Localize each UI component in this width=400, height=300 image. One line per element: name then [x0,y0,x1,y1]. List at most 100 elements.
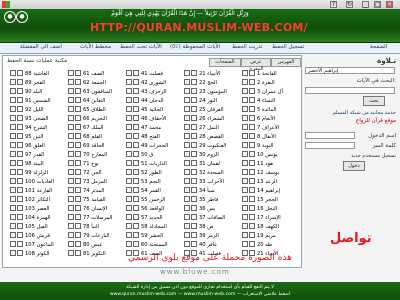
checkbox[interactable] [191,124,197,130]
checkbox[interactable] [184,106,190,112]
checkbox[interactable] [249,187,255,193]
checkbox[interactable] [126,70,132,76]
checkbox[interactable] [75,115,81,121]
checkbox[interactable] [191,187,197,193]
checkbox[interactable] [75,205,81,211]
checkbox[interactable] [184,196,190,202]
checkbox[interactable] [68,214,74,220]
surah-item[interactable]: 64 التغابن [67,97,121,104]
banner-url[interactable]: HTTP://QURAN.MUSLIM-WEB.COM/ [90,21,308,34]
checkbox[interactable] [126,142,132,148]
checkbox[interactable] [242,196,248,202]
checkbox[interactable] [10,79,16,85]
checkbox[interactable] [17,169,23,175]
checkbox[interactable] [126,124,132,130]
checkbox[interactable] [10,133,16,139]
surah-item[interactable]: 97 القدر [9,151,63,158]
checkbox[interactable] [126,232,132,238]
checkbox[interactable] [249,97,255,103]
surah-item[interactable]: 28 القصص [183,133,237,140]
checkbox[interactable] [133,214,139,220]
checkbox[interactable] [133,115,139,121]
checkbox[interactable] [68,133,74,139]
surah-item[interactable]: 67 الملك [67,124,121,131]
checkbox[interactable] [242,124,248,130]
password-input[interactable] [305,142,355,149]
checkbox[interactable] [68,115,74,121]
checkbox[interactable] [75,187,81,193]
checkbox[interactable] [75,97,81,103]
surah-item[interactable]: 39 الزمر [183,232,237,239]
checkbox[interactable] [249,70,255,76]
surah-item[interactable]: 51 الذاريات [125,160,179,167]
checkbox[interactable] [133,97,139,103]
surah-item[interactable]: 80 عبس [67,241,121,248]
checkbox[interactable] [184,88,190,94]
surah-item[interactable]: 17 الإسراء [241,214,295,221]
checkbox[interactable] [68,160,74,166]
checkbox[interactable] [191,241,197,247]
surah-item[interactable]: 103 العصر [9,205,63,212]
surah-item[interactable]: 25 الفرقان [183,106,237,113]
checkbox[interactable] [133,196,139,202]
checkbox[interactable] [242,106,248,112]
surah-item[interactable]: 16 النحل [241,205,295,212]
checkbox[interactable] [126,187,132,193]
checkbox[interactable] [249,241,255,247]
checkbox[interactable] [68,106,74,112]
checkbox[interactable] [133,187,139,193]
nav-home[interactable]: الصفحة [370,44,387,52]
surah-item[interactable]: 40 غافر [183,241,237,248]
surah-item[interactable]: 96 العلق [9,142,63,149]
checkbox[interactable] [191,160,197,166]
checkbox[interactable] [184,124,190,130]
nav-add-favorite[interactable]: أضف الى المفضلة [20,44,62,52]
surah-item[interactable]: 8 الأنفال [241,133,295,140]
help-icon[interactable]: ? [330,1,337,8]
checkbox[interactable] [17,160,23,166]
checkbox[interactable] [68,223,74,229]
checkbox[interactable] [184,79,190,85]
surah-item[interactable]: 34 سبأ [183,187,237,194]
surah-item[interactable]: 71 نوح [67,160,121,167]
surah-item[interactable]: 62 الجمعة [67,79,121,86]
checkbox[interactable] [249,160,255,166]
surah-item[interactable]: 23 المؤمنون [183,88,237,95]
checkbox[interactable] [75,241,81,247]
checkbox[interactable] [68,97,74,103]
surah-item[interactable]: 26 الشعراء [183,115,237,122]
checkbox[interactable] [126,160,132,166]
checkbox[interactable] [242,169,248,175]
surah-item[interactable]: 66 التحريم [67,115,121,122]
checkbox[interactable] [75,169,81,175]
checkbox[interactable] [17,232,23,238]
checkbox[interactable] [68,205,74,211]
checkbox[interactable] [133,133,139,139]
surah-item[interactable]: 22 الحج [183,79,237,86]
checkbox[interactable] [242,232,248,238]
maximize-icon[interactable]: □ [374,1,381,8]
surah-item[interactable]: 73 المزمل [67,178,121,185]
checkbox[interactable] [17,70,23,76]
checkbox[interactable] [133,205,139,211]
checkbox[interactable] [184,232,190,238]
checkbox[interactable] [249,79,255,85]
checkbox[interactable] [10,88,16,94]
checkbox[interactable] [68,70,74,76]
search-input[interactable] [305,87,395,94]
surah-item[interactable]: 9 التوبة [241,142,295,149]
surah-item[interactable]: 68 القلم [67,133,121,140]
checkbox[interactable] [10,142,16,148]
checkbox[interactable] [249,205,255,211]
surah-item[interactable]: 77 المرسلات [67,214,121,221]
checkbox[interactable] [68,124,74,130]
surah-item[interactable]: 59 الحشر [125,232,179,239]
surah-item[interactable]: 35 فاطر [183,196,237,203]
checkbox[interactable] [126,214,132,220]
checkbox[interactable] [191,169,197,175]
checkbox[interactable] [17,151,23,157]
surah-item[interactable]: 36 يس [183,205,237,212]
checkbox[interactable] [68,241,74,247]
checkbox[interactable] [126,106,132,112]
checkbox[interactable] [242,70,248,76]
